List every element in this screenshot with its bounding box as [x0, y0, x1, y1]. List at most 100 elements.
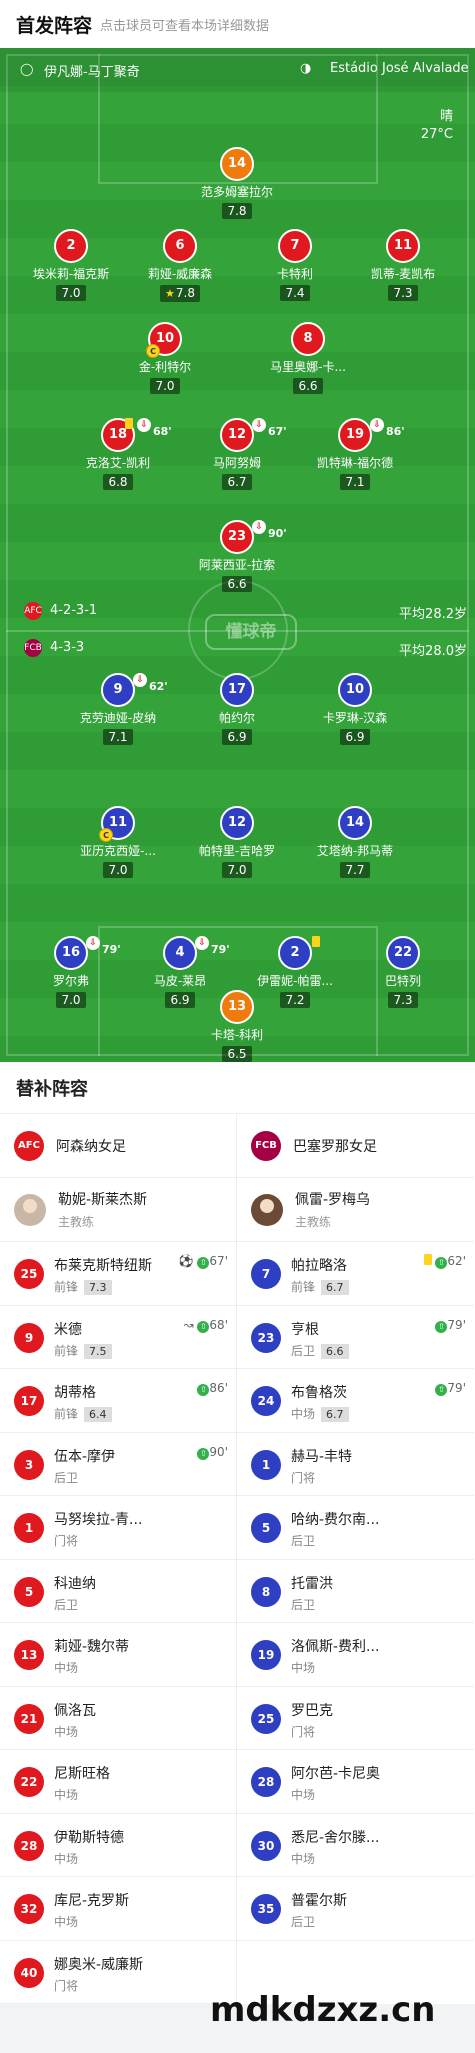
- sub-name: 布鲁格茨: [291, 1385, 347, 1401]
- player-number-value: 16: [61, 945, 81, 960]
- sub-number: 22: [14, 1767, 44, 1797]
- sub-player-row[interactable]: 28 伊勒斯特德 中场: [0, 1814, 236, 1877]
- sub-player-row[interactable]: 7 帕拉略洛 前锋 6.7 ⇧ 62': [237, 1242, 474, 1306]
- player-away[interactable]: 9 ⇩ 62' 克劳迪娅-皮纳 7.1: [63, 673, 173, 745]
- star-icon: ★: [165, 287, 175, 300]
- sub-name: 尼斯旺格: [54, 1766, 110, 1782]
- sub-off-icon: ⇩: [370, 418, 384, 432]
- player-away[interactable]: 17 帕约尔 6.9: [182, 673, 292, 745]
- sub-position: 中场: [54, 1661, 79, 1675]
- sub-player-row[interactable]: 3 伍本-摩伊 后卫 ⇧ 90': [0, 1433, 236, 1496]
- sub-player-row[interactable]: 25 罗巴克 门将: [237, 1687, 474, 1750]
- sub-player-row[interactable]: 8 托雷洪 后卫: [237, 1560, 474, 1623]
- player-rating-value: 7.8: [175, 286, 195, 300]
- sub-position: 后卫: [291, 1915, 316, 1929]
- player-away[interactable]: 12 帕特里-吉哈罗 7.0: [182, 806, 292, 878]
- player-number: 11: [386, 229, 420, 263]
- sub-player-row[interactable]: 40 娜奥米-威廉斯 门将: [0, 1941, 236, 2004]
- sub-in-icon: ⇧: [435, 1384, 448, 1396]
- sub-rating: 6.6: [321, 1343, 349, 1359]
- away-formation: 4-3-3: [50, 640, 85, 655]
- sub-event-time: 86': [209, 1381, 228, 1395]
- player-name: 罗尔弗: [52, 974, 89, 988]
- sub-player-row[interactable]: 21 佩洛瓦 中场: [0, 1687, 236, 1750]
- player-rating: 6.9: [222, 729, 252, 745]
- player-away[interactable]: 11 C 亚历克西娅-... 7.0: [63, 806, 173, 878]
- player-away[interactable]: 16 ⇩ 79' 罗尔弗 7.0: [16, 936, 126, 1008]
- player-home[interactable]: 8 马里奥娜-卡... 6.6: [253, 322, 363, 394]
- weather-temperature: 27°C: [420, 127, 453, 142]
- player-home[interactable]: 11 凯蒂-麦凯布 7.3: [348, 229, 458, 301]
- stadium-name: Estádio José Alvalade: [330, 61, 469, 76]
- sub-player-row[interactable]: 22 尼斯旺格 中场: [0, 1750, 236, 1814]
- sub-number: 13: [14, 1640, 44, 1670]
- subs-panel: AFC 阿森纳女足 勒妮-斯莱杰斯 主教练 25 布莱克斯特纽斯 前锋 7.3 ⚽…: [0, 1114, 475, 2004]
- sub-number: 40: [14, 1957, 44, 1988]
- yellow-card-icon: [312, 936, 320, 947]
- pitch: ◯ 伊凡娜-马丁聚奇 ◑ Estádio José Alvalade 晴 27°…: [0, 48, 475, 1062]
- player-away-gk[interactable]: 13 卡塔-科利 6.5: [182, 990, 292, 1062]
- player-rating: 7.0: [222, 862, 252, 878]
- sub-time: 79': [211, 943, 230, 956]
- player-home[interactable]: 18 ⇩ 68' 克洛艾-凯利 6.8: [63, 418, 173, 490]
- sub-in-icon: ⇧: [435, 1257, 448, 1269]
- sub-number: 21: [14, 1703, 44, 1734]
- away-team-row[interactable]: FCB 巴塞罗那女足: [237, 1114, 474, 1178]
- player-rating: ★7.8: [160, 285, 200, 302]
- player-rating: 7.8: [222, 203, 252, 219]
- sub-time: 62': [149, 680, 168, 693]
- sub-player-row[interactable]: 19 洛佩斯-费利... 中场: [237, 1623, 474, 1687]
- player-home-gk[interactable]: 14 范多姆塞拉尔 7.8: [182, 147, 292, 219]
- sub-event-time: 79': [447, 1317, 466, 1332]
- player-home[interactable]: 23 ⇩ 90' 阿莱西亚-拉索 6.6: [182, 520, 292, 592]
- player-number-value: 10: [155, 331, 175, 346]
- sub-number: 3: [14, 1449, 44, 1480]
- sub-player-row[interactable]: 9 米德 前锋 7.5 ↝ ⇧ 68': [0, 1306, 236, 1369]
- whistle-icon: ◯: [20, 62, 34, 76]
- site-watermark: mdkdzxz.cn: [210, 1990, 436, 2030]
- sub-player-row[interactable]: 35 普霍尔斯 后卫: [237, 1877, 474, 1941]
- away-coach-row[interactable]: 佩雷-罗梅乌 主教练: [237, 1178, 474, 1242]
- home-coach-row[interactable]: 勒妮-斯莱杰斯 主教练: [0, 1178, 236, 1242]
- sub-time: 86': [386, 425, 405, 438]
- sub-player-row[interactable]: 5 科迪纳 后卫: [0, 1560, 236, 1623]
- sub-player-row[interactable]: 24 布鲁格茨 中场 6.7 ⇧ 79': [237, 1369, 474, 1433]
- sub-player-row[interactable]: 1 赫马-丰特 门将: [237, 1433, 474, 1496]
- player-home[interactable]: 7 卡特利 7.4: [240, 229, 350, 301]
- player-home[interactable]: 19 ⇩ 86' 凯特琳-福尔德 7.1: [300, 418, 410, 490]
- sub-off-icon: ⇩: [252, 520, 266, 534]
- sub-player-row[interactable]: 13 莉娅-魏尔蒂 中场: [0, 1623, 236, 1687]
- player-number-value: 18: [108, 427, 128, 442]
- sub-player-row[interactable]: 17 胡蒂格 前锋 6.4 ⇧ 86': [0, 1369, 236, 1433]
- referee-name: 伊凡娜-马丁聚奇: [44, 65, 140, 80]
- sub-name: 莉娅-魏尔蒂: [54, 1639, 130, 1655]
- sub-player-row[interactable]: 32 库尼-克罗斯 中场: [0, 1877, 236, 1941]
- player-away[interactable]: 14 艾塔纳-邦马蒂 7.7: [300, 806, 410, 878]
- sub-event-time: 90': [209, 1444, 228, 1459]
- sub-player-row[interactable]: 25 布莱克斯特纽斯 前锋 7.3 ⚽ ⇧ 67': [0, 1242, 236, 1306]
- player-away[interactable]: 22 巴特列 7.3: [348, 936, 458, 1008]
- sub-number: 25: [251, 1703, 281, 1734]
- player-home[interactable]: 6 莉娅-威廉森 ★7.8: [125, 229, 235, 302]
- sub-name: 米德: [54, 1321, 82, 1338]
- sub-player-row[interactable]: 30 悉尼-舍尔滕... 中场: [237, 1814, 474, 1877]
- player-number: 4 ⇩ 79': [163, 936, 230, 970]
- sub-player-row[interactable]: 5 哈纳-费尔南... 后卫: [237, 1496, 474, 1560]
- sub-number: 35: [251, 1894, 281, 1924]
- player-rating: 7.0: [56, 285, 86, 301]
- player-home[interactable]: 12 ⇩ 67' 马阿努姆 6.7: [182, 418, 292, 490]
- sub-player-row[interactable]: 1 马努埃拉-青... 门将: [0, 1496, 236, 1560]
- player-rating: 6.9: [340, 729, 370, 745]
- player-home[interactable]: 10 C 金-利特尔 7.0: [110, 322, 220, 394]
- player-away[interactable]: 10 卡罗琳-汉森 6.9: [300, 673, 410, 745]
- sub-position: 前锋: [54, 1407, 79, 1421]
- sub-player-row[interactable]: 28 阿尔芭-卡尼奥 中场: [237, 1750, 474, 1814]
- player-name: 莉娅-威廉森: [147, 267, 213, 281]
- home-team-row[interactable]: AFC 阿森纳女足: [0, 1114, 236, 1178]
- sub-player-row[interactable]: 23 亨根 后卫 6.6 ⇧ 79': [237, 1306, 474, 1369]
- page-title: 首发阵容: [16, 14, 93, 37]
- player-number: 8: [291, 322, 325, 356]
- sub-position: 中场: [54, 1915, 79, 1929]
- player-home[interactable]: 2 埃米莉-福克斯 7.0: [16, 229, 126, 301]
- player-rating: 7.1: [103, 729, 133, 745]
